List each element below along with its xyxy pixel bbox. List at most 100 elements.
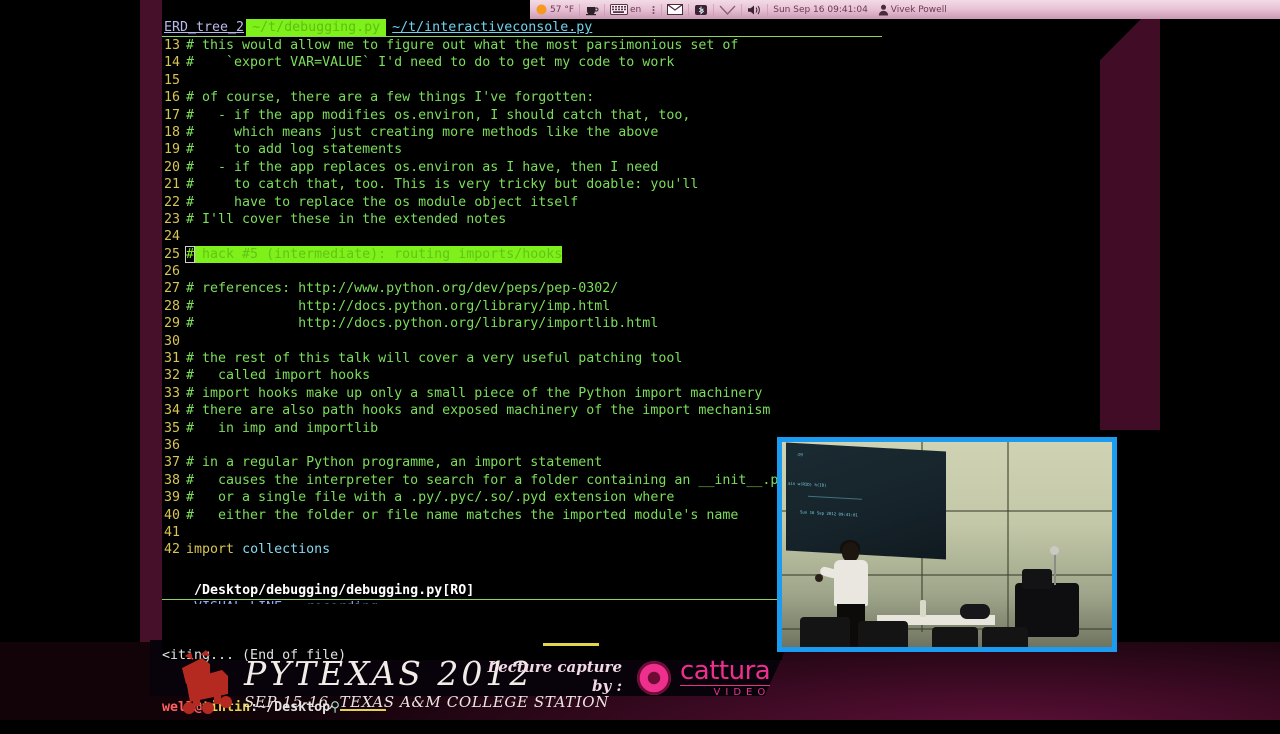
code-line[interactable]: 19 # to add log statements (162, 141, 882, 158)
line-text: # references: http://www.python.org/dev/… (186, 281, 619, 297)
line-number: 16 (163, 90, 180, 106)
keyboard-menu-button[interactable] (646, 0, 661, 19)
code-line[interactable]: 41 (162, 524, 882, 541)
line-number: 26 (163, 264, 180, 280)
clock-indicator[interactable]: Sun Sep 16 09:41:04 (768, 0, 873, 19)
code-line[interactable]: 30 (162, 333, 882, 350)
mic-stand (1054, 551, 1056, 585)
python-identifier: collections (242, 542, 331, 558)
line-number: 39 (163, 490, 180, 506)
screen-text-2: Sun 16 Sep 2012 09:41:01 (800, 509, 858, 518)
coffee-indicator[interactable] (580, 0, 604, 19)
line-text: # which means just creating more methods… (186, 124, 659, 140)
volume-icon (748, 5, 761, 14)
line-number: 17 (163, 107, 180, 123)
tray-divider (604, 3, 605, 16)
code-line[interactable]: 35 # in imp and importlib (162, 420, 882, 437)
line-text-rest: hack #5 (intermediate): routing imports/… (194, 246, 563, 262)
code-line[interactable]: 28 # http://docs.python.org/library/imp.h… (162, 298, 882, 315)
vim-editor-window[interactable]: ERD_tree_2 ~/t/debugging.py ~/t/interact… (162, 19, 882, 604)
code-line[interactable]: 31 # the rest of this talk will cover a v… (162, 350, 882, 367)
speaker-hand (815, 574, 823, 582)
tray-divider (767, 3, 769, 16)
mail-icon (667, 4, 684, 15)
volume-indicator[interactable] (742, 0, 767, 19)
line-number: 32 (163, 368, 180, 384)
line-text: # hack #5 (intermediate): routing import… (184, 245, 563, 264)
code-line[interactable]: 25 # hack #5 (intermediate): routing impo… (162, 245, 882, 264)
line-text: # causes the interpreter to search for a… (186, 472, 787, 488)
editor-open-path[interactable]: ~/t/interactiveconsole.py (392, 19, 592, 36)
line-number: 21 (163, 177, 180, 193)
av-equipment-top (1022, 569, 1052, 589)
code-line[interactable]: 14 # `export VAR=VALUE` I'd need to do to… (162, 54, 882, 71)
line-number: 28 (163, 298, 180, 314)
tray-divider (688, 3, 690, 16)
bag-object (960, 604, 990, 619)
code-line[interactable]: 26 (162, 263, 882, 280)
code-line[interactable]: 32 # called import hooks (162, 367, 882, 384)
line-number: 40 (163, 507, 180, 523)
system-top-panel: 57 °F en Sun Sep 16 09:41:04 Vivek Powel… (530, 0, 1280, 19)
line-number: 35 (163, 420, 180, 436)
code-line[interactable]: 29 # http://docs.python.org/library/impor… (162, 315, 882, 332)
tray-divider (579, 3, 580, 16)
footer-accent-bar (543, 643, 599, 646)
code-line[interactable]: 22 # have to replace the os module object… (162, 194, 882, 211)
weather-indicator[interactable]: 57 °F (530, 0, 579, 19)
code-line[interactable]: 38 # causes the interpreter to search for… (162, 472, 882, 489)
line-text: # either the folder or file name matches… (186, 507, 739, 523)
sponsor-logo[interactable]: cattura VIDEO (636, 658, 771, 698)
code-line[interactable]: 18 # which means just creating more metho… (162, 124, 882, 141)
code-line[interactable]: 27 # references: http://www.python.org/de… (162, 280, 882, 297)
keyboard-layout-label: en (630, 4, 642, 15)
line-text: # I'll cover these in the extended notes (186, 211, 507, 227)
line-number: 36 (163, 437, 180, 453)
user-name-label: Vivek Powell (890, 4, 947, 15)
code-line[interactable]: 24 (162, 228, 882, 245)
tab-erd-tree-2[interactable]: ERD_tree_2 (162, 19, 246, 36)
code-line[interactable]: 13 # this would allow me to figure out wh… (162, 37, 882, 54)
code-line[interactable]: 33 # import hooks make up only a small pi… (162, 385, 882, 402)
line-number: 42 (163, 542, 180, 558)
line-text: # in a regular Python programme, an impo… (186, 455, 603, 471)
wallpaper-band-right (1100, 0, 1160, 430)
code-line[interactable]: 23 # I'll cover these in the extended not… (162, 211, 882, 228)
line-number: 27 (163, 281, 180, 297)
keyboard-layout-indicator[interactable]: en (605, 0, 646, 19)
line-number: 29 (163, 316, 180, 332)
wifi-indicator[interactable] (714, 0, 741, 19)
video-frame: .py ain w(RID) h(ID) Sun 16 Sep 2012 09:… (782, 442, 1112, 647)
code-line[interactable]: 17 # - if the app modifies os.environ, I … (162, 107, 882, 124)
line-number: 15 (163, 72, 180, 88)
code-line[interactable]: 39 # or a single file with a .py/.pyc/.so… (162, 489, 882, 506)
line-number: 38 (163, 472, 180, 488)
weather-sun-icon (536, 4, 547, 15)
code-line[interactable]: 36 (162, 437, 882, 454)
wall-seam (1007, 442, 1009, 632)
line-number: 23 (163, 211, 180, 227)
code-line[interactable]: 40 # either the folder or file name match… (162, 507, 882, 524)
code-line[interactable]: 34 # there are also path hooks and expose… (162, 402, 882, 419)
tab-debugging-py[interactable]: ~/t/debugging.py (246, 19, 387, 36)
line-text: # - if the app replaces os.environ as I … (186, 159, 659, 175)
code-line[interactable]: 37 # in a regular Python programme, an im… (162, 454, 882, 471)
capture-credit-line1: Lecture capture (487, 658, 622, 676)
water-bottle (920, 600, 926, 617)
line-number: 34 (163, 403, 180, 419)
mail-indicator[interactable] (662, 0, 688, 19)
code-line[interactable]: 42 import collections (162, 541, 882, 558)
line-number: 37 (163, 455, 180, 471)
event-footer: PYTEXAS 2012 SEP 15-16, TEXAS A&M COLLEG… (0, 642, 1280, 720)
bluetooth-indicator[interactable] (689, 0, 713, 19)
user-menu[interactable]: Vivek Powell (873, 0, 952, 19)
code-line[interactable]: 16 # of course, there are a few things I'… (162, 89, 882, 106)
code-line[interactable]: 15 (162, 72, 882, 89)
code-line[interactable]: 21 # to catch that, too. This is very tri… (162, 176, 882, 193)
line-text: # there are also path hooks and exposed … (186, 403, 771, 419)
editor-code-area[interactable]: 13 # this would allow me to figure out wh… (162, 37, 882, 559)
code-line[interactable]: 20 # - if the app replaces os.environ as … (162, 159, 882, 176)
line-text: # to catch that, too. This is very trick… (186, 177, 699, 193)
line-text: # the rest of this talk will cover a ver… (186, 351, 683, 367)
lecture-capture-video[interactable]: .py ain w(RID) h(ID) Sun 16 Sep 2012 09:… (777, 437, 1117, 652)
